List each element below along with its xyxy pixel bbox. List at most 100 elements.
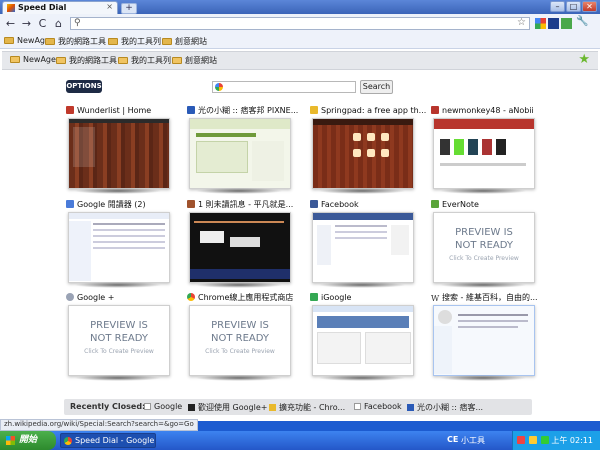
tray-icon[interactable] bbox=[541, 436, 549, 444]
evernote-icon bbox=[431, 200, 439, 208]
star-icon[interactable]: ★ bbox=[578, 52, 590, 68]
speed-dial-tile[interactable]: iGoogle bbox=[310, 292, 432, 381]
tile-thumbnail[interactable] bbox=[68, 118, 170, 189]
recently-closed-item[interactable]: 光の小糊 :: 痞客... bbox=[407, 402, 483, 413]
bookmark-folder[interactable]: 我的網路工具 bbox=[45, 36, 106, 47]
maximize-button[interactable]: □ bbox=[566, 1, 581, 12]
tile-thumbnail[interactable] bbox=[189, 212, 291, 283]
recently-closed-item[interactable]: Facebook bbox=[354, 402, 402, 411]
bookmark-folder[interactable]: 我的工具列 bbox=[108, 36, 161, 47]
tile-thumbnail-preview-placeholder[interactable]: PREVIEW IS NOT READY Click To Create Prev… bbox=[433, 212, 535, 283]
new-tab-button[interactable]: + bbox=[121, 3, 137, 14]
igoogle-icon bbox=[310, 293, 318, 301]
speed-dial-tile[interactable]: EverNote PREVIEW IS NOT READY Click To Cr… bbox=[431, 199, 553, 288]
back-button[interactable]: ← bbox=[4, 17, 17, 30]
windows-logo-icon bbox=[6, 436, 15, 445]
start-button[interactable]: 開始 bbox=[0, 431, 56, 450]
speed-dial-page: NewAge 我的網路工具 我的工具列 創意網站 ★ OPTIONS Searc… bbox=[0, 49, 600, 421]
folder-icon bbox=[172, 57, 182, 64]
ime-indicator[interactable]: CE bbox=[447, 435, 458, 444]
search-icon: ⚲ bbox=[74, 18, 81, 28]
springpad-icon bbox=[310, 106, 318, 114]
close-window-button[interactable]: ✕ bbox=[582, 1, 597, 12]
chrome-store-icon bbox=[187, 293, 195, 301]
taskbar-item-chrome[interactable]: Speed Dial - Google C... bbox=[60, 433, 156, 448]
status-bar-url: zh.wikipedia.org/wiki/Special:Search?sea… bbox=[0, 419, 198, 431]
google-search-input[interactable] bbox=[212, 81, 356, 93]
tray-icon[interactable] bbox=[517, 436, 525, 444]
evernote-extension-icon[interactable] bbox=[561, 18, 572, 29]
speed-dial-folder[interactable]: NewAge bbox=[10, 55, 56, 64]
folder-icon bbox=[4, 37, 14, 44]
tile-thumbnail[interactable] bbox=[433, 118, 535, 189]
bookmarks-bar: NewAge 我的網路工具 我的工具列 創意網站 bbox=[0, 34, 600, 49]
tab-close-icon[interactable]: × bbox=[106, 2, 113, 11]
tile-thumbnail[interactable] bbox=[312, 212, 414, 283]
reload-button[interactable]: C bbox=[36, 17, 49, 30]
tile-thumbnail[interactable] bbox=[433, 305, 535, 376]
toolbar-label[interactable]: 小工具 bbox=[461, 435, 485, 446]
clock: 上午 02:11 bbox=[551, 436, 593, 445]
tile-thumbnail[interactable] bbox=[312, 118, 414, 189]
speed-dial-tile[interactable]: 光の小糊 :: 痞客邦 PIXNE... bbox=[187, 105, 309, 194]
tile-thumbnail-preview-placeholder[interactable]: PREVIEW IS NOT READY Click To Create Prev… bbox=[68, 305, 170, 376]
chrome-icon bbox=[64, 437, 72, 445]
speed-dial-bookmarks-bar: NewAge 我的網路工具 我的工具列 創意網站 ★ bbox=[2, 51, 598, 70]
bookmark-folder[interactable]: 創意網站 bbox=[162, 36, 207, 47]
speed-dial-tile[interactable]: Google 閱讀器 (2) bbox=[66, 199, 188, 288]
google-plus-icon bbox=[188, 404, 195, 411]
extension-icon[interactable] bbox=[535, 18, 546, 29]
bookmark-folder[interactable]: NewAge bbox=[4, 36, 50, 45]
wunderlist-icon bbox=[66, 106, 74, 114]
plurk-icon bbox=[187, 200, 195, 208]
speed-dial-tile[interactable]: Wunderlist | Home bbox=[66, 105, 188, 194]
pixnet-icon bbox=[187, 106, 195, 114]
minimize-button[interactable]: – bbox=[550, 1, 565, 12]
search-button[interactable]: Search bbox=[360, 80, 393, 94]
speed-dial-tile[interactable]: newmonkey48 - aNobii bbox=[431, 105, 553, 194]
recently-closed-label: Recently Closed: bbox=[70, 402, 146, 411]
google-plus-icon bbox=[66, 293, 74, 301]
recently-closed-item[interactable]: Google bbox=[144, 402, 182, 411]
speed-dial-folder[interactable]: 創意網站 bbox=[172, 55, 217, 66]
recently-closed-item[interactable]: 擴充功能 - Chro... bbox=[269, 402, 345, 413]
browser-toolbar: ← → C ⌂ ⚲ ☆ 🔧 bbox=[0, 14, 600, 35]
extension-icon[interactable] bbox=[548, 18, 559, 29]
speed-dial-tile[interactable]: W 搜索 - 維基百科，自由的... bbox=[431, 292, 553, 381]
bookmark-star-icon[interactable]: ☆ bbox=[517, 17, 526, 28]
folder-icon bbox=[162, 38, 172, 45]
tab-title: Speed Dial bbox=[18, 3, 67, 12]
recently-closed-item[interactable]: 歡迎使用 Google+ bbox=[188, 402, 267, 413]
speed-dial-folder[interactable]: 我的工具列 bbox=[118, 55, 171, 66]
extension-icon bbox=[269, 404, 276, 411]
google-icon bbox=[215, 83, 223, 91]
folder-icon bbox=[45, 38, 55, 45]
page-icon bbox=[354, 403, 361, 410]
speed-dial-tile[interactable]: Chrome線上應用程式商店 PREVIEW IS NOT READY Click… bbox=[187, 292, 309, 381]
tab-speed-dial[interactable]: Speed Dial × bbox=[2, 1, 118, 14]
speed-dial-folder[interactable]: 我的網路工具 bbox=[56, 55, 117, 66]
forward-button[interactable]: → bbox=[20, 17, 33, 30]
speed-dial-tile[interactable]: Facebook bbox=[310, 199, 432, 288]
address-bar[interactable]: ⚲ ☆ bbox=[70, 17, 530, 30]
folder-icon bbox=[10, 56, 20, 63]
tile-thumbnail[interactable] bbox=[312, 305, 414, 376]
speed-dial-tile[interactable]: 1 則未讀訊息 - 平凡就是... bbox=[187, 199, 309, 288]
tile-thumbnail-preview-placeholder[interactable]: PREVIEW IS NOT READY Click To Create Prev… bbox=[189, 305, 291, 376]
folder-icon bbox=[118, 57, 128, 64]
tile-thumbnail[interactable] bbox=[189, 118, 291, 189]
facebook-icon bbox=[310, 200, 318, 208]
speed-dial-tile[interactable]: Google + PREVIEW IS NOT READY Click To Cr… bbox=[66, 292, 188, 381]
tray-icon[interactable] bbox=[529, 436, 537, 444]
folder-icon bbox=[56, 57, 66, 64]
tile-thumbnail[interactable] bbox=[68, 212, 170, 283]
wrench-icon[interactable]: 🔧 bbox=[576, 16, 588, 27]
windows-taskbar: 開始 Speed Dial - Google C... CE 小工具 上午 02… bbox=[0, 431, 600, 450]
options-button[interactable]: OPTIONS bbox=[66, 80, 102, 93]
pixnet-icon bbox=[407, 404, 414, 411]
title-bar: Speed Dial × + – □ ✕ bbox=[0, 0, 600, 14]
speed-dial-tab-icon bbox=[7, 4, 15, 12]
speed-dial-tile[interactable]: Springpad: a free app th... bbox=[310, 105, 432, 194]
page-icon bbox=[144, 403, 151, 410]
home-button[interactable]: ⌂ bbox=[52, 17, 65, 30]
